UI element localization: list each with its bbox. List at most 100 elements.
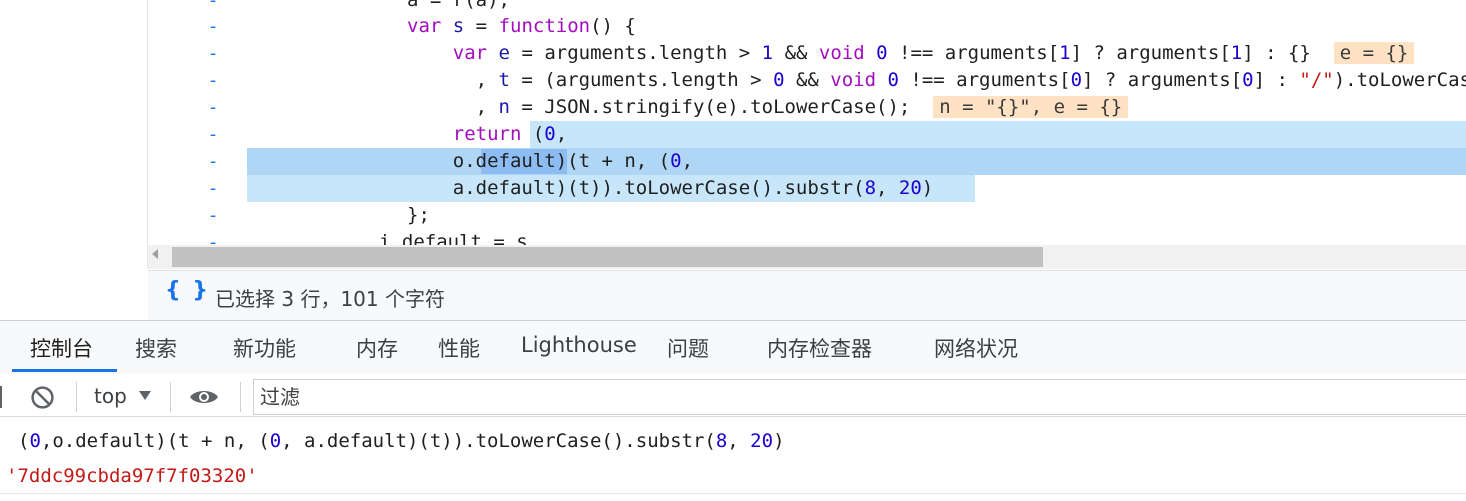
tab-memory[interactable]: 内存 [356,333,398,363]
editor-gutter-divider [147,0,148,268]
toolbar-divider [76,382,77,412]
code-token: o.default)(t + n, ( [407,150,671,172]
diff-marker: - [207,178,219,199]
code-token: a = r(a); [407,0,510,11]
code-token: i.default = s [379,231,528,245]
code-token: var [452,42,488,64]
tab-memory-inspector[interactable]: 内存检查器 [767,333,872,363]
diff-marker: - [207,97,219,118]
code-token: && [773,42,819,64]
code-token: 1 [1059,42,1071,64]
toolbar-divider [170,382,171,412]
code-token: 0 [887,69,899,91]
code-token: ( [521,123,545,145]
tab-network-conditions[interactable]: 网络状况 [934,333,1018,363]
console-input-echo: (0,o.default)(t + n, (0, a.default)(t)).… [18,428,785,455]
code-token: , a.default)(t)).toLowerCase().substr( [281,430,716,452]
code-token: 8 [715,430,728,452]
code-token: void [830,69,877,91]
code-token: 0 [29,430,41,452]
code-token: ] : {} [1242,42,1334,64]
code-token: var [407,15,442,37]
code-line[interactable]: , t = (arguments.length > 0 && void 0 !=… [407,67,1466,94]
code-token: return [452,123,522,145]
code-token: !== arguments[ [887,42,1060,64]
code-line[interactable]: }; [407,202,430,229]
tab-search[interactable]: 搜索 [135,333,177,363]
code-token: 0 [670,150,682,172]
code-token: ) [921,177,934,199]
code-token: !== arguments[ [898,69,1071,91]
diff-marker: - [207,124,219,145]
code-token: 20 [750,430,774,452]
code-token: ( [18,430,30,452]
toolbar-divider [240,382,241,412]
code-line[interactable]: , n = JSON.stringify(e).toLowerCase(); n… [407,94,1129,121]
code-line[interactable]: a.default)(t)).toLowerCase().substr(8, 2… [407,175,934,202]
code-token: () { [590,15,636,37]
code-token: void [818,42,865,64]
tab-whats-new[interactable]: 新功能 [233,333,296,363]
code-token: s [452,15,465,37]
code-token: = [464,15,499,37]
code-line[interactable]: var e = arguments.length > 1 && void 0 !… [407,40,1415,67]
source-editor[interactable]: - a = r(a); - var s = function() { - var e =… [0,0,1466,245]
chevron-down-icon[interactable] [139,391,151,400]
code-token: 0 [773,69,785,91]
pretty-print-icon[interactable]: { } [165,278,210,303]
code-line[interactable]: return (0, [407,121,567,148]
code-token: ] ? arguments[ [1082,69,1243,91]
code-token: a.default)(t)).toLowerCase().substr( [407,177,865,199]
code-token: e [498,42,510,64]
context-selector[interactable]: top [94,384,127,408]
eye-icon[interactable] [188,386,220,408]
code-token: = JSON.stringify(e).toLowerCase(); [509,96,934,118]
code-token: 0 [1242,69,1254,91]
code-token: ).toLowerCase() [1333,69,1466,91]
code-token: = (arguments.length > [509,69,774,91]
code-line[interactable]: a = r(a); [407,0,510,14]
code-line[interactable]: var s = function() { [407,13,636,40]
code-token: 0 [269,430,282,452]
code-token: 20 [898,177,922,199]
horizontal-scrollbar-thumb[interactable] [172,247,1043,267]
scroll-left-icon[interactable] [152,249,158,259]
tab-console[interactable]: 控制台 [30,333,93,363]
diff-marker: - [207,70,219,91]
diff-marker: - [207,43,219,64]
code-token: ] ? arguments[ [1070,42,1231,64]
console-divider [0,493,1466,494]
selection-highlight [530,121,1466,148]
drawer-tab-bar [0,320,1466,375]
diff-marker: - [207,151,219,172]
diff-marker: - [207,205,219,226]
active-tab-indicator [12,369,117,372]
code-token: , [407,69,499,91]
tab-issues[interactable]: 问题 [667,333,709,363]
code-line[interactable]: i.default = s [379,229,528,245]
inline-value-hint: n = "{}", e = {} [933,96,1129,118]
code-line[interactable]: o.default)(t + n, (0, [407,148,693,175]
code-token: && [784,69,831,91]
tab-lighthouse[interactable]: Lighthouse [521,333,637,357]
selection-info: 已选择 3 行，101 个字符 [215,287,445,311]
tab-performance[interactable]: 性能 [438,333,480,363]
block-icon[interactable] [30,385,55,410]
code-token: n [498,96,510,118]
sidebar-toggle-icon[interactable] [0,386,2,408]
code-token: = arguments.length > [510,42,762,64]
filter-input[interactable] [253,379,1466,415]
inline-value-hint: e = {} [1333,42,1415,64]
code-token: , [407,96,499,118]
diff-marker: - [207,0,219,11]
code-token: t [498,69,510,91]
code-token: ,o.default)(t + n, ( [40,430,270,452]
code-token: 0 [544,123,556,145]
code-token: , [555,123,568,145]
